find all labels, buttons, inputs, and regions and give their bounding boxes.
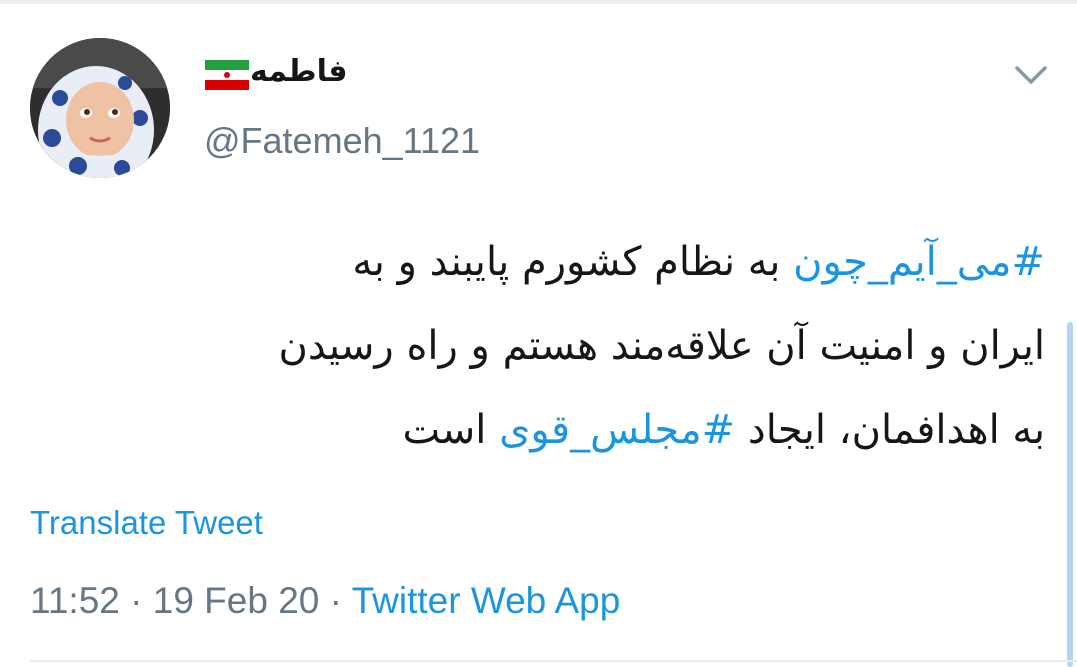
avatar[interactable] [30, 38, 170, 178]
hashtag-link[interactable]: #مجلس_قوی [499, 407, 735, 453]
top-divider [0, 0, 1077, 4]
tweet-text-segment: به اهدافمان، ایجاد [735, 407, 1045, 453]
avatar-image [30, 38, 170, 178]
tweet-text-segment: به نظام کشورم پایبند و به [352, 239, 794, 285]
display-name[interactable]: فاطمه [250, 54, 347, 89]
iran-flag-icon [205, 60, 249, 90]
scrollbar[interactable] [1067, 322, 1073, 667]
translate-tweet-link[interactable]: Translate Tweet [30, 504, 263, 542]
user-handle[interactable]: @Fatemeh_1121 [204, 120, 480, 162]
bottom-divider [30, 660, 1077, 662]
tweet-source-link[interactable]: Twitter Web App [352, 580, 621, 621]
tweet-line-2: ایران و امنیت آن علاقه‌مند هستم و راه رس… [278, 323, 1045, 369]
meta-separator: · [119, 580, 153, 621]
tweet-time: 11:52 [30, 580, 120, 621]
tweet-meta: 11:52 · 19 Feb 20 · Twitter Web App [30, 580, 620, 622]
tweet-line-1: #می_آیم_چون به نظام کشورم پایبند و به [30, 220, 1045, 304]
hashtag-link[interactable]: #می_آیم_چون [793, 239, 1045, 285]
chevron-down-icon[interactable] [1014, 64, 1048, 86]
tweet-text-segment: است [402, 407, 500, 453]
tweet-date: 19 Feb 20 [152, 580, 320, 621]
tweet-text: #می_آیم_چون به نظام کشورم پایبند و به ای… [30, 220, 1045, 472]
tweet-line-3: به اهدافمان، ایجاد #مجلس_قوی است [30, 388, 1045, 472]
meta-separator: · [319, 580, 352, 621]
